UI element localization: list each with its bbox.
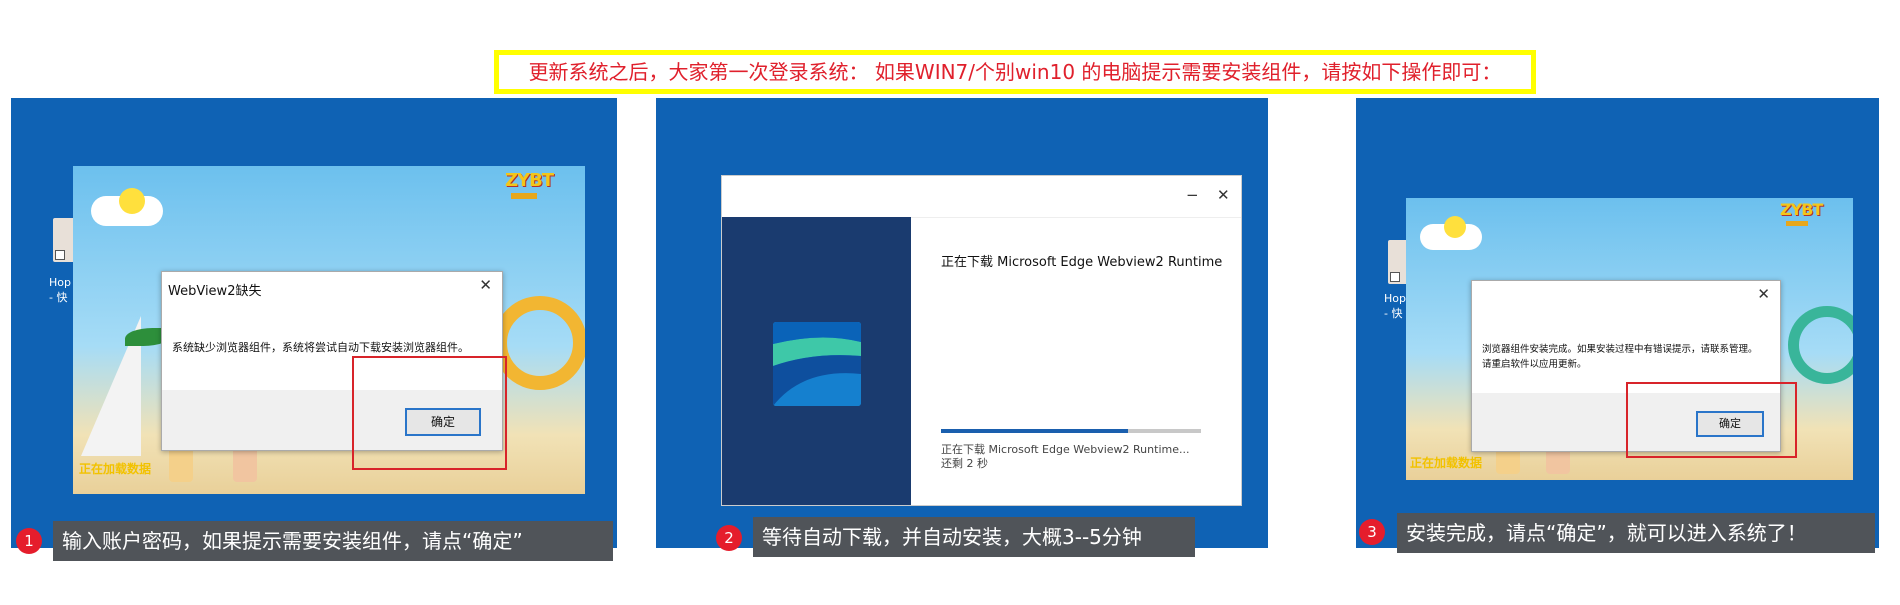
close-icon[interactable]: ✕	[479, 276, 492, 294]
installer-sidebar	[722, 217, 911, 505]
desktop-app-icon[interactable]	[53, 218, 75, 262]
step1-caption: 输入账户密码，如果提示需要安装组件，请点“确定”	[53, 521, 613, 561]
installer-heading: 正在下载 Microsoft Edge Webview2 Runtime	[941, 255, 1223, 270]
logo-badge	[511, 193, 537, 199]
highlight-box	[352, 356, 507, 470]
notice-banner: 更新系统之后，大家第一次登录系统： 如果WIN7/个别win10 的电脑提示需要…	[494, 50, 1536, 94]
download-status: 正在下载 Microsoft Edge Webview2 Runtime... …	[941, 443, 1190, 470]
desktop-icon-label: - 快	[49, 291, 68, 304]
download-progress-bar	[941, 429, 1201, 433]
sun	[1444, 216, 1466, 238]
step-number-badge: 2	[716, 525, 742, 551]
highlight-box	[1626, 382, 1797, 458]
step2-caption: 等待自动下载，并自动安装，大概3--5分钟	[753, 517, 1195, 557]
dialog-message: 系统缺少浏览器组件，系统将尝试自动下载安装浏览器组件。	[172, 341, 469, 354]
step-number-badge: 1	[16, 528, 42, 554]
logo-badge	[1786, 221, 1808, 226]
close-icon[interactable]: ✕	[1217, 186, 1230, 204]
dialog-message: 请重启软件以应用更新。	[1482, 359, 1587, 370]
step1-screenshot: Hop - 快 ZYBT 正在加载数据 WebView2缺失 ✕ 系统缺少浏览器…	[11, 98, 617, 548]
app-logo: ZYBT	[1780, 200, 1823, 219]
desktop-icon-label: Hop	[1384, 292, 1406, 305]
dialog-message: 浏览器组件安装完成。如果安装过程中有错误提示，请联系管理。	[1482, 344, 1758, 355]
minimize-icon[interactable]: −	[1186, 186, 1199, 204]
loading-text: 正在加载数据	[79, 462, 152, 476]
webview2-installer-window: − ✕ 正在下载 Microsoft Edge Webview2 Runtime…	[721, 175, 1242, 506]
desktop-icon-label: - 快	[1384, 307, 1403, 320]
edge-webview-graphic	[773, 322, 861, 406]
dialog-title: WebView2缺失	[168, 284, 262, 299]
progress-fill	[941, 429, 1129, 433]
installer-titlebar: − ✕	[722, 176, 1241, 218]
step3-caption: 安装完成，请点“确定”，就可以进入系统了！	[1397, 513, 1875, 553]
step2-screenshot: − ✕ 正在下载 Microsoft Edge Webview2 Runtime…	[656, 98, 1268, 548]
float-ring	[1788, 306, 1853, 384]
close-icon[interactable]: ✕	[1757, 285, 1770, 303]
step-number-badge: 3	[1359, 519, 1385, 545]
step3-screenshot: Hop - 快 ZYBT 正在加载数据 ✕ 浏览器组件安装完成。如果安装过程中有…	[1356, 98, 1879, 548]
app-logo: ZYBT	[505, 170, 554, 191]
sun	[119, 188, 145, 214]
edge-webview-icon	[773, 322, 861, 406]
loading-text: 正在加载数据	[1410, 456, 1483, 470]
desktop-icon-label: Hop	[49, 276, 71, 289]
